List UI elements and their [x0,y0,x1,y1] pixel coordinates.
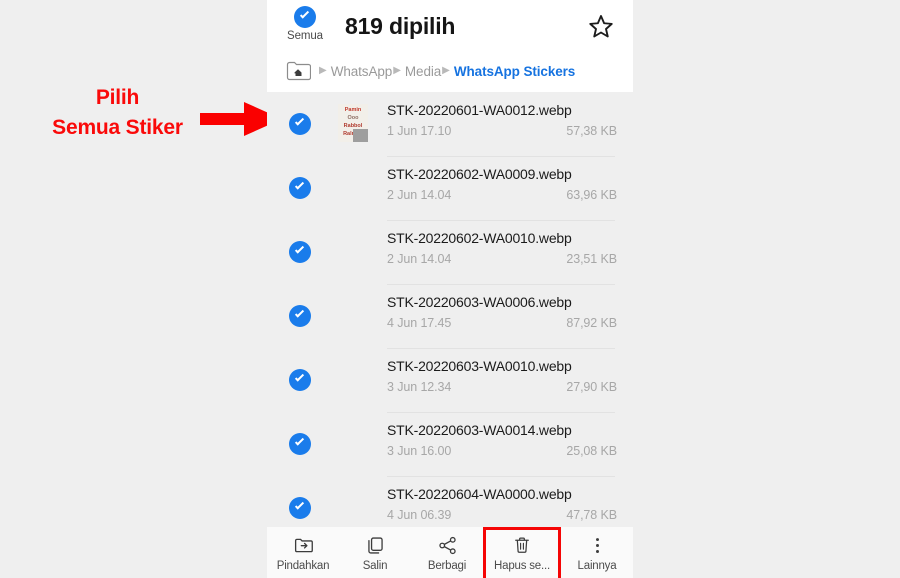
row-divider [387,220,615,221]
file-name: STK-20220603-WA0010.webp [387,358,572,374]
file-date: 3 Jun 12.34 [387,380,452,394]
file-date: 4 Jun 17.45 [387,316,452,330]
breadcrumb-separator-2: ▶ [393,65,401,76]
file-size: 27,90 KB [566,380,617,394]
trash-icon [486,534,558,556]
file-name: STK-20220601-WA0012.webp [387,102,572,118]
thumb-line-3: Rabbol [343,123,363,129]
home-folder-icon[interactable] [285,60,312,82]
bottom-toolbar: Pindahkan Salin Berbagi Hapus se... Lain… [267,527,633,578]
row-content: STK-20220603-WA0010.webp 3 Jun 12.34 27,… [387,348,617,412]
move-to-folder-icon [267,534,339,556]
row-divider [387,284,615,285]
row-divider [387,348,615,349]
row-checkbox[interactable] [289,177,311,199]
table-row[interactable]: Pamin Ooo Rabbol Ralman STK-20220601-WA0… [267,92,633,156]
check-circle-icon [294,6,316,28]
row-checkbox[interactable] [289,433,311,455]
file-date: 4 Jun 06.39 [387,508,452,522]
share-icon [411,534,483,556]
breadcrumb-item-whatsapp-stickers[interactable]: WhatsApp Stickers [454,64,575,79]
file-size: 23,51 KB [566,252,617,266]
row-divider [387,156,615,157]
thumb-line-1: Pamin [344,107,362,113]
row-content: STK-20220603-WA0006.webp 4 Jun 17.45 87,… [387,284,617,348]
annotation-layer: Pilih Semua Stiker [0,0,282,578]
move-button[interactable]: Pindahkan [267,527,339,578]
row-checkbox[interactable] [289,497,311,519]
file-name: STK-20220603-WA0006.webp [387,294,572,310]
thumb-line-4: Ralman [343,131,363,137]
table-row[interactable]: STK-20220603-WA0010.webp 3 Jun 12.34 27,… [267,348,633,412]
file-size: 57,38 KB [566,124,617,138]
file-size: 87,92 KB [566,316,617,330]
share-button[interactable]: Berbagi [411,527,483,578]
file-list[interactable]: Pamin Ooo Rabbol Ralman STK-20220601-WA0… [267,92,633,527]
more-vertical-icon [561,534,633,556]
delete-button[interactable]: Hapus se... [483,527,561,578]
table-row[interactable]: STK-20220603-WA0014.webp 3 Jun 16.00 25,… [267,412,633,476]
toolbar-label: Pindahkan [276,560,330,572]
file-size: 47,78 KB [566,508,617,522]
file-date: 1 Jun 17.10 [387,124,452,138]
select-all-button[interactable]: Semua [281,6,329,43]
row-content: STK-20220601-WA0012.webp 1 Jun 17.10 57,… [387,92,617,156]
breadcrumb-item-whatsapp[interactable]: WhatsApp [331,64,393,79]
copy-icon [339,534,411,556]
breadcrumb-separator-3: ▶ [442,65,450,76]
table-row[interactable]: STK-20220603-WA0006.webp 4 Jun 17.45 87,… [267,284,633,348]
toolbar-label: Hapus se... [494,560,550,572]
toolbar-label: Berbagi [427,560,467,572]
file-name: STK-20220604-WA0000.webp [387,486,572,502]
select-all-label: Semua [287,30,323,42]
table-row[interactable]: STK-20220602-WA0010.webp 2 Jun 14.04 23,… [267,220,633,284]
copy-button[interactable]: Salin [339,527,411,578]
app-header: Semua 819 dipilih ▶ WhatsApp ▶ Media ▶ W… [267,0,633,92]
row-content: STK-20220602-WA0009.webp 2 Jun 14.04 63,… [387,156,617,220]
phone-screenshot: Semua 819 dipilih ▶ WhatsApp ▶ Media ▶ W… [267,0,633,578]
row-checkbox[interactable] [289,369,311,391]
file-date: 2 Jun 14.04 [387,252,452,266]
file-name: STK-20220603-WA0014.webp [387,422,572,438]
file-name: STK-20220602-WA0009.webp [387,166,572,182]
breadcrumb-item-media[interactable]: Media [405,64,441,79]
row-content: STK-20220602-WA0010.webp 2 Jun 14.04 23,… [387,220,617,284]
file-size: 25,08 KB [566,444,617,458]
toolbar-label: Salin [362,560,388,572]
breadcrumb: ▶ WhatsApp ▶ Media ▶ WhatsApp Stickers [285,58,575,84]
row-divider [387,412,615,413]
file-size: 63,96 KB [566,188,617,202]
file-date: 2 Jun 14.04 [387,188,452,202]
page-title: 819 dipilih [345,13,456,39]
row-content: STK-20220603-WA0014.webp 3 Jun 16.00 25,… [387,412,617,476]
row-divider [387,476,615,477]
sticker-thumbnail-image: Pamin Ooo Rabbol Ralman [338,104,368,142]
file-date: 3 Jun 16.00 [387,444,452,458]
toolbar-label: Lainnya [577,560,617,572]
file-thumbnail: Pamin Ooo Rabbol Ralman [330,100,376,146]
row-checkbox[interactable] [289,113,311,135]
star-outline-icon[interactable] [586,12,616,42]
file-name: STK-20220602-WA0010.webp [387,230,572,246]
row-checkbox[interactable] [289,241,311,263]
thumb-line-2: Ooo [347,115,359,121]
table-row[interactable]: STK-20220602-WA0009.webp 2 Jun 14.04 63,… [267,156,633,220]
more-button[interactable]: Lainnya [561,527,633,578]
row-checkbox[interactable] [289,305,311,327]
breadcrumb-separator-1: ▶ [319,65,327,76]
